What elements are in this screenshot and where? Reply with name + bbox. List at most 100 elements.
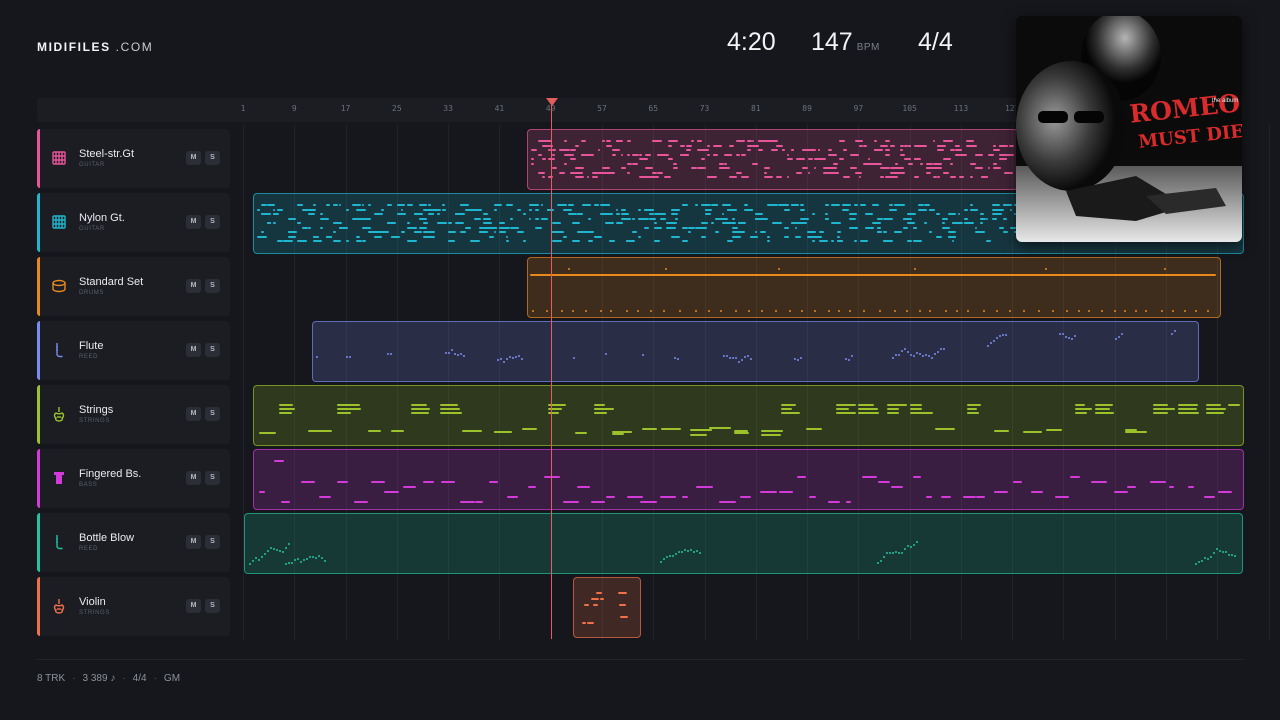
track-header[interactable]: Fingered Bs. BASS M S [37, 449, 230, 508]
midi-note [361, 217, 372, 220]
footer-divider [37, 659, 1243, 660]
midi-note [687, 549, 689, 552]
album-cover: ROMEO MUST DIE the album [1016, 16, 1242, 242]
mute-button[interactable]: M [186, 471, 201, 485]
midi-note [886, 408, 899, 410]
midi-note [818, 231, 825, 233]
track-header[interactable]: Strings STRINGS M S [37, 385, 230, 444]
midi-note [886, 552, 888, 555]
midi-note [674, 208, 680, 211]
track-header[interactable]: Standard Set DRUMS M S [37, 257, 230, 316]
solo-button[interactable]: S [205, 151, 220, 165]
midi-note [835, 412, 856, 414]
playhead[interactable] [550, 104, 552, 639]
solo-button[interactable]: S [205, 343, 220, 357]
midi-note [752, 144, 760, 147]
midi-note [880, 144, 888, 147]
midi-clip[interactable] [527, 257, 1221, 318]
midi-note [963, 496, 977, 498]
solo-button[interactable]: S [205, 279, 220, 293]
midi-note [582, 622, 586, 624]
midi-note [970, 208, 979, 211]
midi-note [825, 213, 828, 215]
midi-note [307, 208, 316, 211]
midi-note [1134, 310, 1137, 312]
midi-note [282, 551, 284, 554]
midi-note [964, 208, 969, 211]
midi-clip[interactable] [253, 449, 1244, 510]
midi-note [890, 486, 903, 488]
track-header[interactable]: Steel-str.Gt GUITAR M S [37, 129, 230, 188]
playhead-handle[interactable] [545, 98, 558, 106]
midi-note [731, 357, 734, 360]
midi-note [1150, 481, 1167, 483]
solo-button[interactable]: S [205, 471, 220, 485]
midi-note [534, 226, 542, 229]
midi-clip[interactable] [312, 321, 1199, 382]
midi-note [521, 427, 537, 430]
track-color-bar [37, 449, 40, 508]
midi-note [418, 217, 427, 220]
midi-note [355, 208, 366, 211]
midi-note [374, 235, 383, 238]
midi-note [1009, 208, 1012, 211]
midi-note [847, 358, 850, 361]
midi-note [1074, 412, 1087, 414]
midi-note [1117, 335, 1120, 338]
midi-note [639, 158, 649, 160]
midi-note [955, 144, 961, 147]
midi-clip[interactable] [527, 129, 1018, 190]
solo-button[interactable]: S [205, 599, 220, 613]
mute-button[interactable]: M [186, 535, 201, 549]
midi-note [1113, 491, 1128, 493]
midi-note [669, 554, 671, 557]
midi-clip[interactable] [244, 513, 1243, 574]
time-signature: 4/4 [918, 28, 953, 56]
mute-button[interactable]: M [186, 215, 201, 229]
midi-note [529, 204, 540, 206]
midi-note [734, 310, 737, 312]
midi-note [982, 310, 985, 312]
solo-button[interactable]: S [205, 407, 220, 421]
midi-note [276, 549, 278, 552]
mute-button[interactable]: M [186, 151, 201, 165]
ruler-tick: 97 [853, 104, 864, 113]
midi-note [673, 162, 678, 165]
midi-note [925, 167, 932, 169]
mute-button[interactable]: M [186, 407, 201, 421]
mute-button[interactable]: M [186, 599, 201, 613]
midi-note [564, 140, 567, 142]
midi-note [1198, 561, 1200, 564]
midi-note [563, 501, 580, 503]
brand-logo[interactable]: MIDIFILES .COM [37, 40, 153, 54]
track-header[interactable]: Violin STRINGS M S [37, 577, 230, 636]
midi-note [812, 240, 816, 242]
midi-note [877, 562, 879, 565]
track-header[interactable]: Flute REED M S [37, 321, 230, 380]
track-header[interactable]: Bottle Blow REED M S [37, 513, 230, 572]
track-category: GUITAR [79, 162, 105, 168]
solo-button[interactable]: S [205, 215, 220, 229]
midi-note [713, 176, 718, 178]
midi-note [838, 158, 844, 160]
midi-note [602, 171, 606, 174]
mute-button[interactable]: M [186, 279, 201, 293]
midi-note [883, 217, 893, 220]
midi-note [474, 208, 482, 211]
midi-note [757, 140, 761, 142]
midi-note [1164, 268, 1167, 270]
midi-note [966, 310, 969, 312]
mute-button[interactable]: M [186, 343, 201, 357]
midi-note [886, 412, 899, 414]
midi-note [701, 226, 707, 229]
midi-clip[interactable] [253, 385, 1244, 446]
midi-clip[interactable] [573, 577, 641, 638]
solo-button[interactable]: S [205, 535, 220, 549]
midi-note [695, 486, 713, 488]
midi-note [854, 171, 862, 174]
track-header[interactable]: Nylon Gt. GUITAR M S [37, 193, 230, 252]
midi-note [992, 217, 997, 220]
midi-note [849, 226, 858, 229]
midi-note [678, 551, 680, 554]
midi-note [964, 222, 975, 224]
